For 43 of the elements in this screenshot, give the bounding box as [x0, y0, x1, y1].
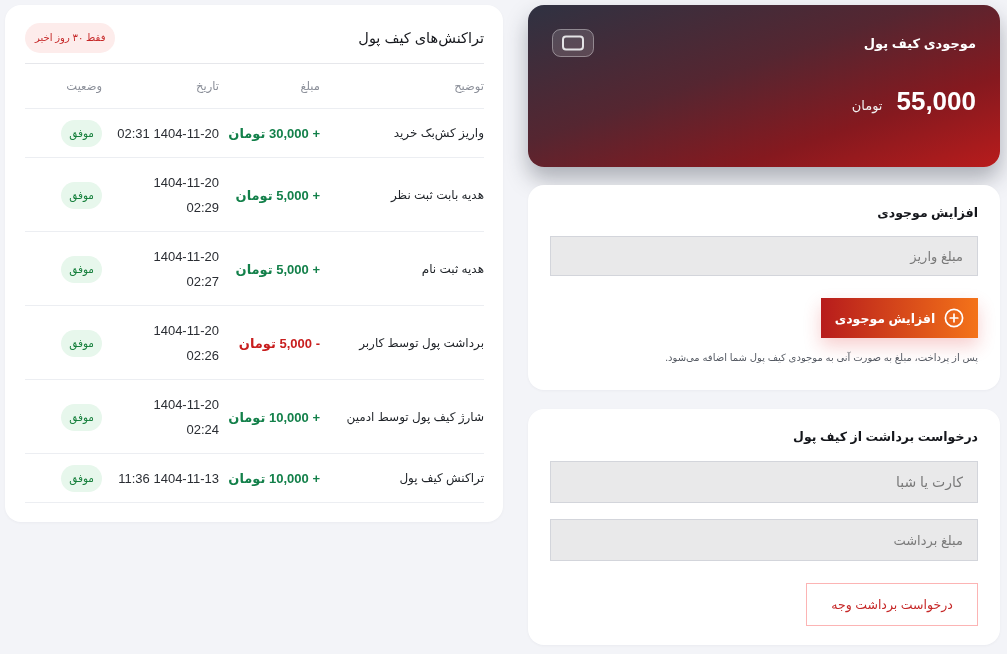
amount-cell: + 5,000 تومان	[219, 231, 320, 306]
filter-badge: فقط ۳۰ روز اخیر	[25, 23, 116, 53]
description-cell: هدیه ثبت نام	[320, 231, 484, 306]
add-balance-button[interactable]: افزایش موجودی	[821, 298, 978, 338]
date-cell: 1404-11-20 02:26	[102, 305, 219, 380]
description-cell: برداشت پول توسط کاربر	[320, 305, 484, 380]
date-cell: 1404-11-13 11:36	[102, 453, 219, 503]
withdraw-amount-field[interactable]: مبلغ برداشت	[550, 519, 978, 561]
amount-cell: + 10,000 تومان	[219, 379, 320, 454]
column-header: مبلغ	[219, 64, 320, 109]
panel-title: تراکنش‌های کیف پول	[358, 30, 484, 46]
deposit-amount-field[interactable]: مبلغ واریز	[550, 236, 978, 276]
info-note: پس از پرداخت، مبلغ به صورت آنی به موجودی کیف پول شما اضافه می‌شود.	[664, 350, 978, 366]
status-badge: موفق	[61, 329, 102, 357]
description-cell: تراکنش کیف پول	[320, 453, 484, 503]
description-cell: هدیه بابت ثبت نظر	[320, 157, 484, 232]
card-number-field[interactable]: کارت یا شبا	[550, 461, 978, 503]
date-cell: 1404-11-20 02:24	[102, 379, 219, 454]
plus-circle-icon	[944, 308, 965, 328]
date-cell: 1404-11-20 02:27	[102, 231, 219, 306]
card-icon	[552, 29, 594, 57]
description-cell: واریز کش‌بک خرید	[320, 108, 484, 158]
status-badge: موفق	[61, 465, 102, 492]
currency-label: تومان	[851, 98, 883, 113]
amount-cell: + 10,000 تومان	[219, 453, 320, 503]
description-cell: شارژ کیف پول توسط ادمین	[320, 379, 484, 454]
balance-amount: 55,000	[896, 85, 976, 117]
amount-cell: + 5,000 تومان	[219, 157, 320, 232]
status-badge: موفق	[61, 403, 102, 431]
status-badge: موفق	[61, 181, 102, 209]
panel-title: درخواست برداشت از کیف پول	[792, 429, 978, 446]
wallet-title: موجودی کیف پول	[863, 35, 976, 51]
withdraw-request-button[interactable]: درخواست برداشت وجه	[806, 583, 978, 626]
column-header: تاریخ	[102, 64, 219, 109]
date-cell: 1404-11-20 02:31	[102, 108, 219, 158]
amount-cell: - 5,000 تومان	[219, 305, 320, 380]
panel-title: افزایش موجودی	[876, 205, 978, 222]
status-badge: موفق	[61, 255, 102, 283]
date-cell: 1404-11-20 02:29	[102, 157, 219, 232]
column-header: توضیح	[320, 64, 484, 109]
column-header: وضعیت	[25, 64, 102, 109]
amount-cell: + 30,000 تومان	[219, 108, 320, 158]
status-badge: موفق	[61, 120, 102, 147]
